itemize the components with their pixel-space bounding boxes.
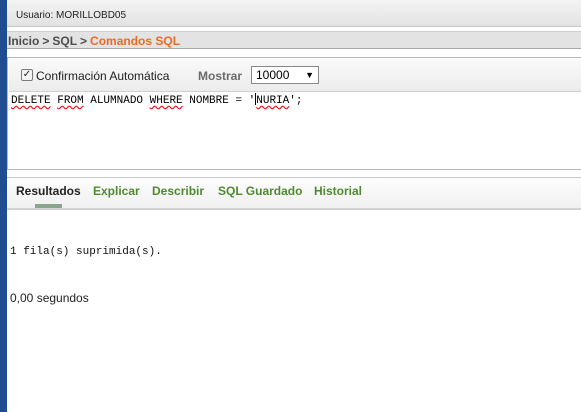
breadcrumb-current: Comandos SQL (90, 34, 181, 48)
breadcrumb-sql[interactable]: SQL (52, 34, 77, 48)
user-label: Usuario: MORILLOBD05 (16, 10, 127, 21)
results-tabs: Resultados Explicar Describir SQL Guarda… (7, 177, 581, 210)
breadcrumb-separator: > (42, 34, 50, 48)
show-rows-label: Mostrar (198, 69, 243, 83)
execution-time: 0,00 segundos (10, 291, 89, 305)
tab-resultados[interactable]: Resultados (16, 184, 81, 198)
sql-editor[interactable]: DELETE FROM ALUMNADO WHERE NOMBRE = 'NUR… (11, 93, 581, 167)
tab-explicar[interactable]: Explicar (93, 184, 140, 198)
sql-text: NOMBRE = ' (182, 95, 256, 107)
sql-command-panel: ✓ Confirmación Automática Mostrar 10000 … (7, 57, 581, 170)
active-tab-indicator (35, 204, 62, 208)
show-rows-select[interactable]: 10000 ▼ (251, 66, 319, 84)
sql-keyword: DELETE (11, 95, 51, 107)
autocommit-label: Confirmación Automática (36, 69, 170, 83)
tab-sql-guardado[interactable]: SQL Guardado (218, 184, 302, 198)
tab-describir[interactable]: Describir (152, 184, 204, 198)
breadcrumb: Inicio > SQL > Comandos SQL (7, 31, 581, 49)
left-strip (0, 0, 7, 412)
tab-historial[interactable]: Historial (314, 184, 362, 198)
autocommit-checkbox[interactable]: ✓ (21, 69, 33, 81)
result-message: 1 fila(s) suprimida(s). (10, 246, 162, 258)
sql-text: ALUMNADO (83, 95, 150, 107)
sql-keyword: FROM (57, 95, 84, 107)
show-rows-value: 10000 (256, 68, 290, 82)
breadcrumb-separator: > (80, 34, 88, 48)
sql-keyword: WHERE (149, 95, 183, 107)
chevron-down-icon: ▼ (305, 70, 314, 80)
breadcrumb-home[interactable]: Inicio (8, 34, 39, 48)
sql-text: '; (289, 95, 303, 107)
command-toolbar: ✓ Confirmación Automática Mostrar 10000 … (9, 59, 581, 92)
user-bar: Usuario: MORILLOBD05 (7, 0, 581, 27)
sql-literal: NURIA (256, 95, 290, 107)
